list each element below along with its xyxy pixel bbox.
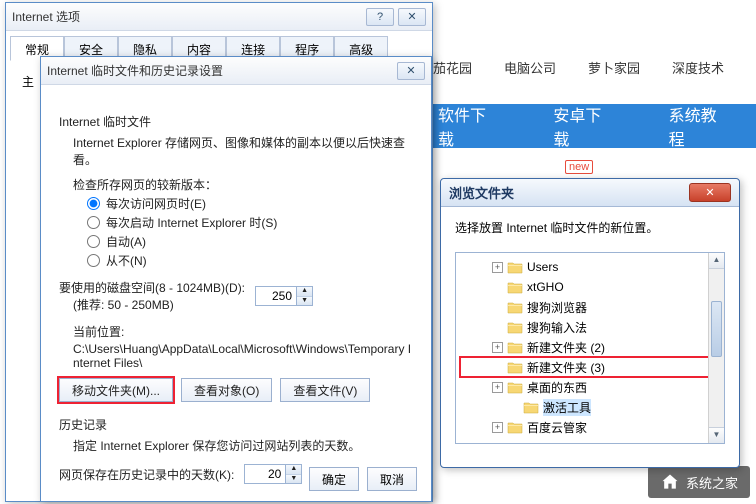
folder-icon bbox=[507, 321, 523, 334]
disk-space-spinner[interactable]: ▲▼ bbox=[255, 286, 313, 306]
disk-space-label: 要使用的磁盘空间(8 - 1024MB)(D): bbox=[59, 279, 245, 296]
tree-spacer bbox=[508, 402, 519, 413]
folder-icon bbox=[507, 381, 523, 394]
expand-icon[interactable]: + bbox=[492, 422, 503, 433]
scroll-thumb[interactable] bbox=[711, 301, 722, 357]
tree-spacer bbox=[492, 302, 503, 313]
current-location-path: C:\Users\Huang\AppData\Local\Microsoft\W… bbox=[73, 342, 413, 370]
titlebar: Internet 选项 ? ✕ bbox=[6, 3, 432, 31]
spin-up-icon[interactable]: ▲ bbox=[286, 465, 301, 475]
tree-item[interactable]: xtGHO bbox=[460, 277, 720, 297]
folder-icon bbox=[507, 341, 523, 354]
folder-icon bbox=[507, 361, 523, 374]
browse-folder-window: 浏览文件夹 ✕ 选择放置 Internet 临时文件的新位置。 + Users xt… bbox=[440, 178, 740, 468]
background-nav: 番茄花园 电脑公司 萝卜家园 深度技术 雨 bbox=[410, 54, 756, 78]
radio-input[interactable] bbox=[87, 197, 100, 210]
radio-every-start[interactable]: 每次启动 Internet Explorer 时(S) bbox=[87, 214, 413, 231]
tree-item[interactable]: + Users bbox=[460, 257, 720, 277]
radio-auto[interactable]: 自动(A) bbox=[87, 233, 413, 250]
window-title: Internet 选项 bbox=[12, 8, 362, 25]
tree-item[interactable]: 激活工具 bbox=[460, 397, 720, 417]
history-days-input[interactable] bbox=[245, 465, 285, 483]
browse-body: 选择放置 Internet 临时文件的新位置。 + Users xtGHO 搜狗浏览器… bbox=[441, 207, 739, 456]
tree-item[interactable]: 新建文件夹 (3) bbox=[460, 357, 720, 377]
nav-item[interactable]: 电脑公司 bbox=[504, 58, 556, 74]
tree-item[interactable]: + 桌面的东西 bbox=[460, 377, 720, 397]
temp-files-settings-window: Internet 临时文件和历史记录设置 ✕ Internet 临时文件 Int… bbox=[40, 56, 432, 502]
history-days-spinner[interactable]: ▲▼ bbox=[244, 464, 302, 484]
expand-icon[interactable]: + bbox=[492, 342, 503, 353]
group-description: Internet Explorer 存储网页、图像和媒体的副本以便以后快速查看。 bbox=[73, 134, 413, 168]
tree-item-label: xtGHO bbox=[527, 280, 564, 294]
settings-body: Internet 临时文件 Internet Explorer 存储网页、图像和… bbox=[41, 85, 431, 500]
nav-item[interactable]: 萝卜家园 bbox=[588, 58, 640, 74]
folder-icon bbox=[507, 281, 523, 294]
check-newer-label: 检查所存网页的较新版本： bbox=[73, 176, 413, 193]
spin-down-icon[interactable]: ▼ bbox=[297, 297, 312, 306]
tree-item-label: 百度云管家 bbox=[527, 419, 587, 436]
spin-down-icon[interactable]: ▼ bbox=[286, 475, 301, 484]
radio-input[interactable] bbox=[87, 216, 100, 229]
expand-icon[interactable]: + bbox=[492, 262, 503, 273]
background-blue-bar: 软件下载 安卓下载 系统教程 bbox=[410, 104, 756, 148]
tree-spacer bbox=[492, 322, 503, 333]
tree-item[interactable]: 搜狗浏览器 bbox=[460, 297, 720, 317]
tree-item[interactable]: 搜狗输入法 bbox=[460, 317, 720, 337]
tree-item-label: 新建文件夹 (3) bbox=[527, 359, 605, 376]
disk-space-hint: (推荐: 50 - 250MB) bbox=[73, 296, 245, 313]
folder-tree[interactable]: + Users xtGHO 搜狗浏览器搜狗输入法 + 新建文件夹 (2) 新建文件夹 (3)… bbox=[455, 252, 725, 444]
ok-button[interactable]: 确定 bbox=[309, 467, 359, 491]
tree-item-label: 搜狗输入法 bbox=[527, 319, 587, 336]
tree-item[interactable]: + 百度云管家 bbox=[460, 417, 720, 437]
help-button[interactable]: ? bbox=[366, 8, 394, 26]
history-days-label: 网页保存在历史记录中的天数(K): bbox=[59, 466, 234, 483]
bluebar-item[interactable]: 系统教程 bbox=[641, 102, 756, 150]
radio-never[interactable]: 从不(N) bbox=[87, 252, 413, 269]
tree-item-label: 搜狗浏览器 bbox=[527, 299, 587, 316]
history-group-title: 历史记录 bbox=[59, 416, 413, 433]
scroll-down-icon[interactable]: ▼ bbox=[709, 427, 724, 443]
scroll-up-icon[interactable]: ▲ bbox=[709, 253, 724, 269]
new-badge: new bbox=[565, 160, 593, 174]
expand-icon[interactable]: + bbox=[492, 382, 503, 393]
close-button[interactable]: ✕ bbox=[397, 62, 425, 80]
folder-icon bbox=[507, 421, 523, 434]
window-title: Internet 临时文件和历史记录设置 bbox=[47, 62, 393, 79]
nav-item[interactable]: 深度技术 bbox=[672, 58, 724, 74]
tree-spacer bbox=[492, 282, 503, 293]
disk-space-input[interactable] bbox=[256, 287, 296, 305]
folder-icon bbox=[507, 261, 523, 274]
tree-item-label: 桌面的东西 bbox=[527, 379, 587, 396]
window-title: 浏览文件夹 bbox=[449, 183, 685, 202]
move-folder-button[interactable]: 移动文件夹(M)... bbox=[59, 378, 173, 402]
scrollbar[interactable]: ▲ ▼ bbox=[708, 253, 724, 443]
titlebar: 浏览文件夹 ✕ bbox=[441, 179, 739, 207]
radio-input[interactable] bbox=[87, 254, 100, 267]
titlebar: Internet 临时文件和历史记录设置 ✕ bbox=[41, 57, 431, 85]
radio-input[interactable] bbox=[87, 235, 100, 248]
close-button[interactable]: ✕ bbox=[398, 8, 426, 26]
view-files-button[interactable]: 查看文件(V) bbox=[280, 378, 370, 402]
cancel-button[interactable]: 取消 bbox=[367, 467, 417, 491]
browse-prompt: 选择放置 Internet 临时文件的新位置。 bbox=[455, 219, 725, 236]
tree-spacer bbox=[492, 362, 503, 373]
bluebar-item[interactable]: 安卓下载 bbox=[525, 102, 640, 150]
folder-icon bbox=[507, 301, 523, 314]
history-description: 指定 Internet Explorer 保存您访问过网站列表的天数。 bbox=[73, 437, 413, 454]
tree-item-label: 激活工具 bbox=[543, 399, 591, 416]
close-button[interactable]: ✕ bbox=[689, 183, 731, 202]
folder-icon bbox=[523, 401, 539, 414]
radio-every-visit[interactable]: 每次访问网页时(E) bbox=[87, 195, 413, 212]
tree-item[interactable]: + 新建文件夹 (2) bbox=[460, 337, 720, 357]
current-location-label: 当前位置: bbox=[73, 323, 413, 340]
tree-item-label: Users bbox=[527, 260, 558, 274]
group-title: Internet 临时文件 bbox=[59, 113, 413, 130]
site-logo: 系统之家 bbox=[648, 466, 750, 498]
tree-item-label: 新建文件夹 (2) bbox=[527, 339, 605, 356]
view-objects-button[interactable]: 查看对象(O) bbox=[181, 378, 272, 402]
spin-up-icon[interactable]: ▲ bbox=[297, 287, 312, 297]
house-icon bbox=[660, 472, 680, 492]
